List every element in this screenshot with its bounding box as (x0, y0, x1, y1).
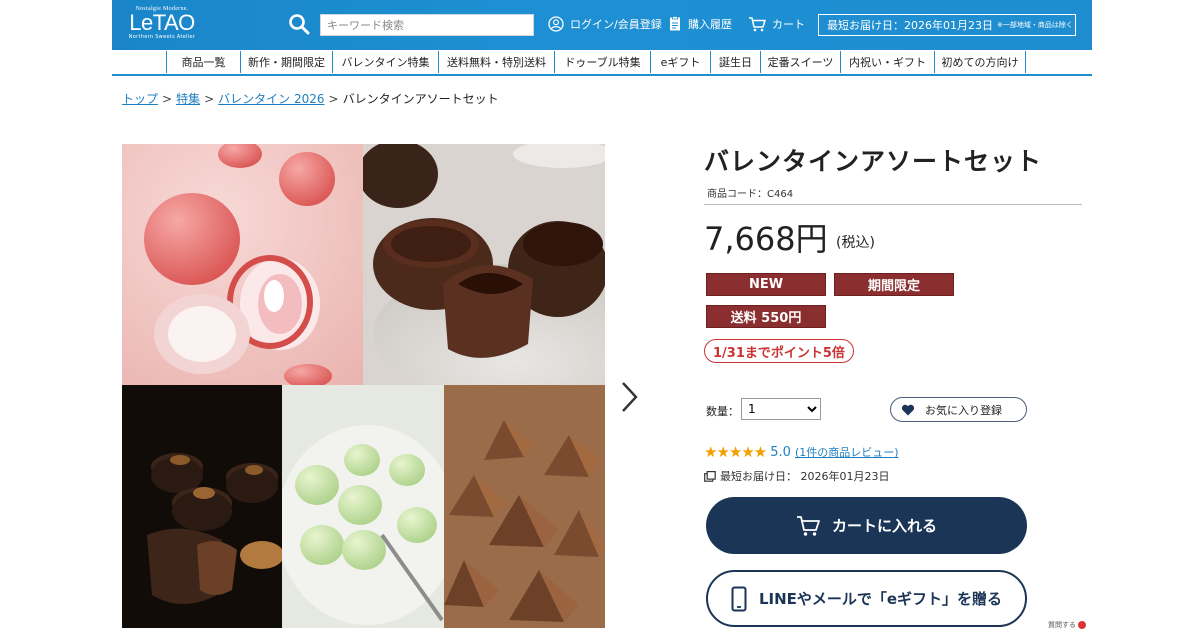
breadcrumb-link[interactable]: トップ (122, 92, 158, 106)
rating-value: 5.0 (770, 444, 791, 460)
cart-icon (749, 17, 766, 32)
nav-item[interactable]: 定番スイーツ (760, 51, 840, 73)
calendar-icon (704, 470, 716, 482)
ask-question-widget[interactable]: 質問する (1048, 620, 1086, 630)
breadcrumb-separator: > (162, 92, 173, 106)
badge-limited: 期間限定 (834, 273, 954, 296)
nav-item[interactable]: 商品一覧 (166, 51, 240, 73)
breadcrumb-separator: > (204, 92, 215, 106)
strawberry-chocolate-image[interactable] (122, 144, 363, 385)
add-to-cart-label: カートに入れる (831, 517, 937, 535)
cart-label: カート (772, 18, 805, 31)
badge-shipping: 送料 550円 (706, 305, 826, 328)
login-link[interactable]: ログイン/会員登録 (548, 16, 662, 32)
history-label: 購入履歴 (688, 18, 732, 31)
nav-item[interactable]: バレンタイン特集 (332, 51, 438, 73)
product-price: 7,668円 (704, 220, 828, 258)
egift-label: LINEやメールで「eギフト」を贈る (758, 590, 1003, 608)
logo-name: LeTAO (129, 10, 195, 35)
badge-new: NEW (706, 273, 826, 296)
quantity-select[interactable]: 1 (741, 398, 821, 420)
breadcrumb-link[interactable]: バレンタイン 2026 (218, 92, 324, 106)
point-campaign-badge: 1/31までポイント5倍 (704, 339, 854, 363)
search-icon[interactable] (288, 13, 310, 35)
nut-chocolate-image[interactable] (122, 385, 282, 628)
delivery-info: 最短お届け日： 2026年01月23日 (704, 468, 889, 484)
breadcrumb: トップ > 特集 > バレンタイン 2026 > バレンタインアソートセット (122, 90, 499, 107)
site-header: Nostalgie Moderne. LeTAO Northern Sweets… (112, 0, 1092, 50)
product-title: バレンタインアソートセット (704, 147, 1043, 176)
receipt-icon (670, 16, 680, 31)
smartphone-icon (731, 586, 747, 611)
history-link[interactable]: 購入履歴 (668, 16, 732, 32)
nav-item[interactable]: 内祝い・ギフト (840, 51, 934, 73)
cart-icon (796, 515, 820, 536)
nav-item[interactable]: 新作・期間限定 (240, 51, 332, 73)
egift-button[interactable]: LINEやメールで「eギフト」を贈る (706, 570, 1027, 627)
favorite-label: お気に入り登録 (925, 403, 1002, 417)
product-gallery (122, 144, 605, 628)
user-icon (548, 16, 564, 32)
delivery-notice-text: 最短お届け日：2026年01月23日 (827, 19, 993, 32)
matcha-truffle-image[interactable] (282, 385, 444, 628)
breadcrumb-link[interactable]: 特集 (176, 92, 200, 106)
cart-link[interactable]: カート (748, 16, 805, 32)
letao-logo[interactable]: Nostalgie Moderne. LeTAO Northern Sweets… (122, 4, 202, 46)
chevron-right-icon[interactable] (619, 380, 639, 414)
nav-item[interactable]: 誕生日 (710, 51, 760, 73)
review-summary: ★★★★★ 5.0 (1件の商品レビュー) (704, 443, 899, 461)
product-code: 商品コード：C464 (707, 189, 794, 200)
chocolate-tart-image[interactable] (363, 144, 605, 385)
pyramid-chocolate-image[interactable] (444, 385, 605, 628)
delivery-info-text: 最短お届け日： 2026年01月23日 (720, 470, 890, 483)
nav-item[interactable]: 初めての方向け (934, 51, 1026, 73)
ask-question-label: 質問する (1048, 621, 1076, 629)
nav-item[interactable]: 送料無料・特別送料 (438, 51, 554, 73)
divider (704, 204, 1082, 205)
chat-dot-icon (1078, 621, 1086, 629)
price-tax-label: (税込) (836, 235, 875, 251)
star-rating-icon: ★★★★★ (704, 443, 767, 461)
review-link[interactable]: (1件の商品レビュー) (795, 444, 899, 460)
quantity-label: 数量： (706, 405, 739, 418)
breadcrumb-current: バレンタインアソートセット (342, 92, 499, 106)
nav-item[interactable]: ドゥーブル特集 (554, 51, 650, 73)
heart-icon (901, 404, 915, 415)
breadcrumb-separator: > (328, 92, 339, 106)
search-input[interactable] (320, 14, 534, 36)
delivery-notice: 最短お届け日：2026年01月23日 ※一部地域・商品は除く (818, 14, 1076, 36)
favorite-button[interactable]: お気に入り登録 (890, 397, 1027, 422)
login-label: ログイン/会員登録 (570, 18, 662, 31)
add-to-cart-button[interactable]: カートに入れる (706, 497, 1027, 554)
delivery-notice-note: ※一部地域・商品は除く (997, 21, 1073, 29)
main-nav: 商品一覧 新作・期間限定 バレンタイン特集 送料無料・特別送料 ドゥーブル特集 … (112, 50, 1092, 76)
nav-item[interactable]: eギフト (650, 51, 710, 73)
logo-subtitle: Northern Sweets Atelier (128, 34, 196, 40)
